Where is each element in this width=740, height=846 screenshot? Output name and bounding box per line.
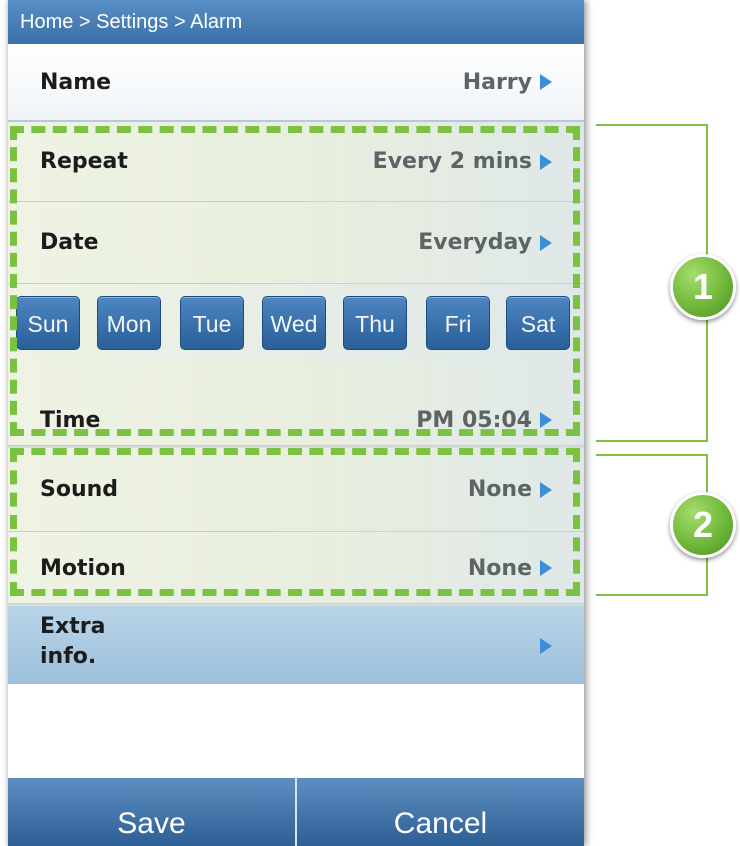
callout-badge-2: 2 [670, 492, 736, 558]
name-value: Harry [462, 69, 532, 95]
name-label: Name [40, 69, 112, 95]
chevron-right-icon [540, 638, 552, 654]
group1-highlight [10, 126, 580, 436]
name-row[interactable]: Name Harry [8, 44, 584, 122]
group2-highlight [10, 448, 580, 596]
callout-badge-1: 1 [670, 254, 736, 320]
extra-info-label: Extra info. [40, 614, 106, 669]
cancel-button[interactable]: Cancel [295, 778, 584, 846]
save-button[interactable]: Save [8, 778, 295, 846]
breadcrumb: Home > Settings > Alarm [8, 0, 584, 44]
empty-area [8, 684, 584, 776]
extra-info-row[interactable]: Extra info. [8, 606, 584, 684]
action-bar: Save Cancel [8, 778, 584, 846]
chevron-right-icon [540, 74, 552, 90]
